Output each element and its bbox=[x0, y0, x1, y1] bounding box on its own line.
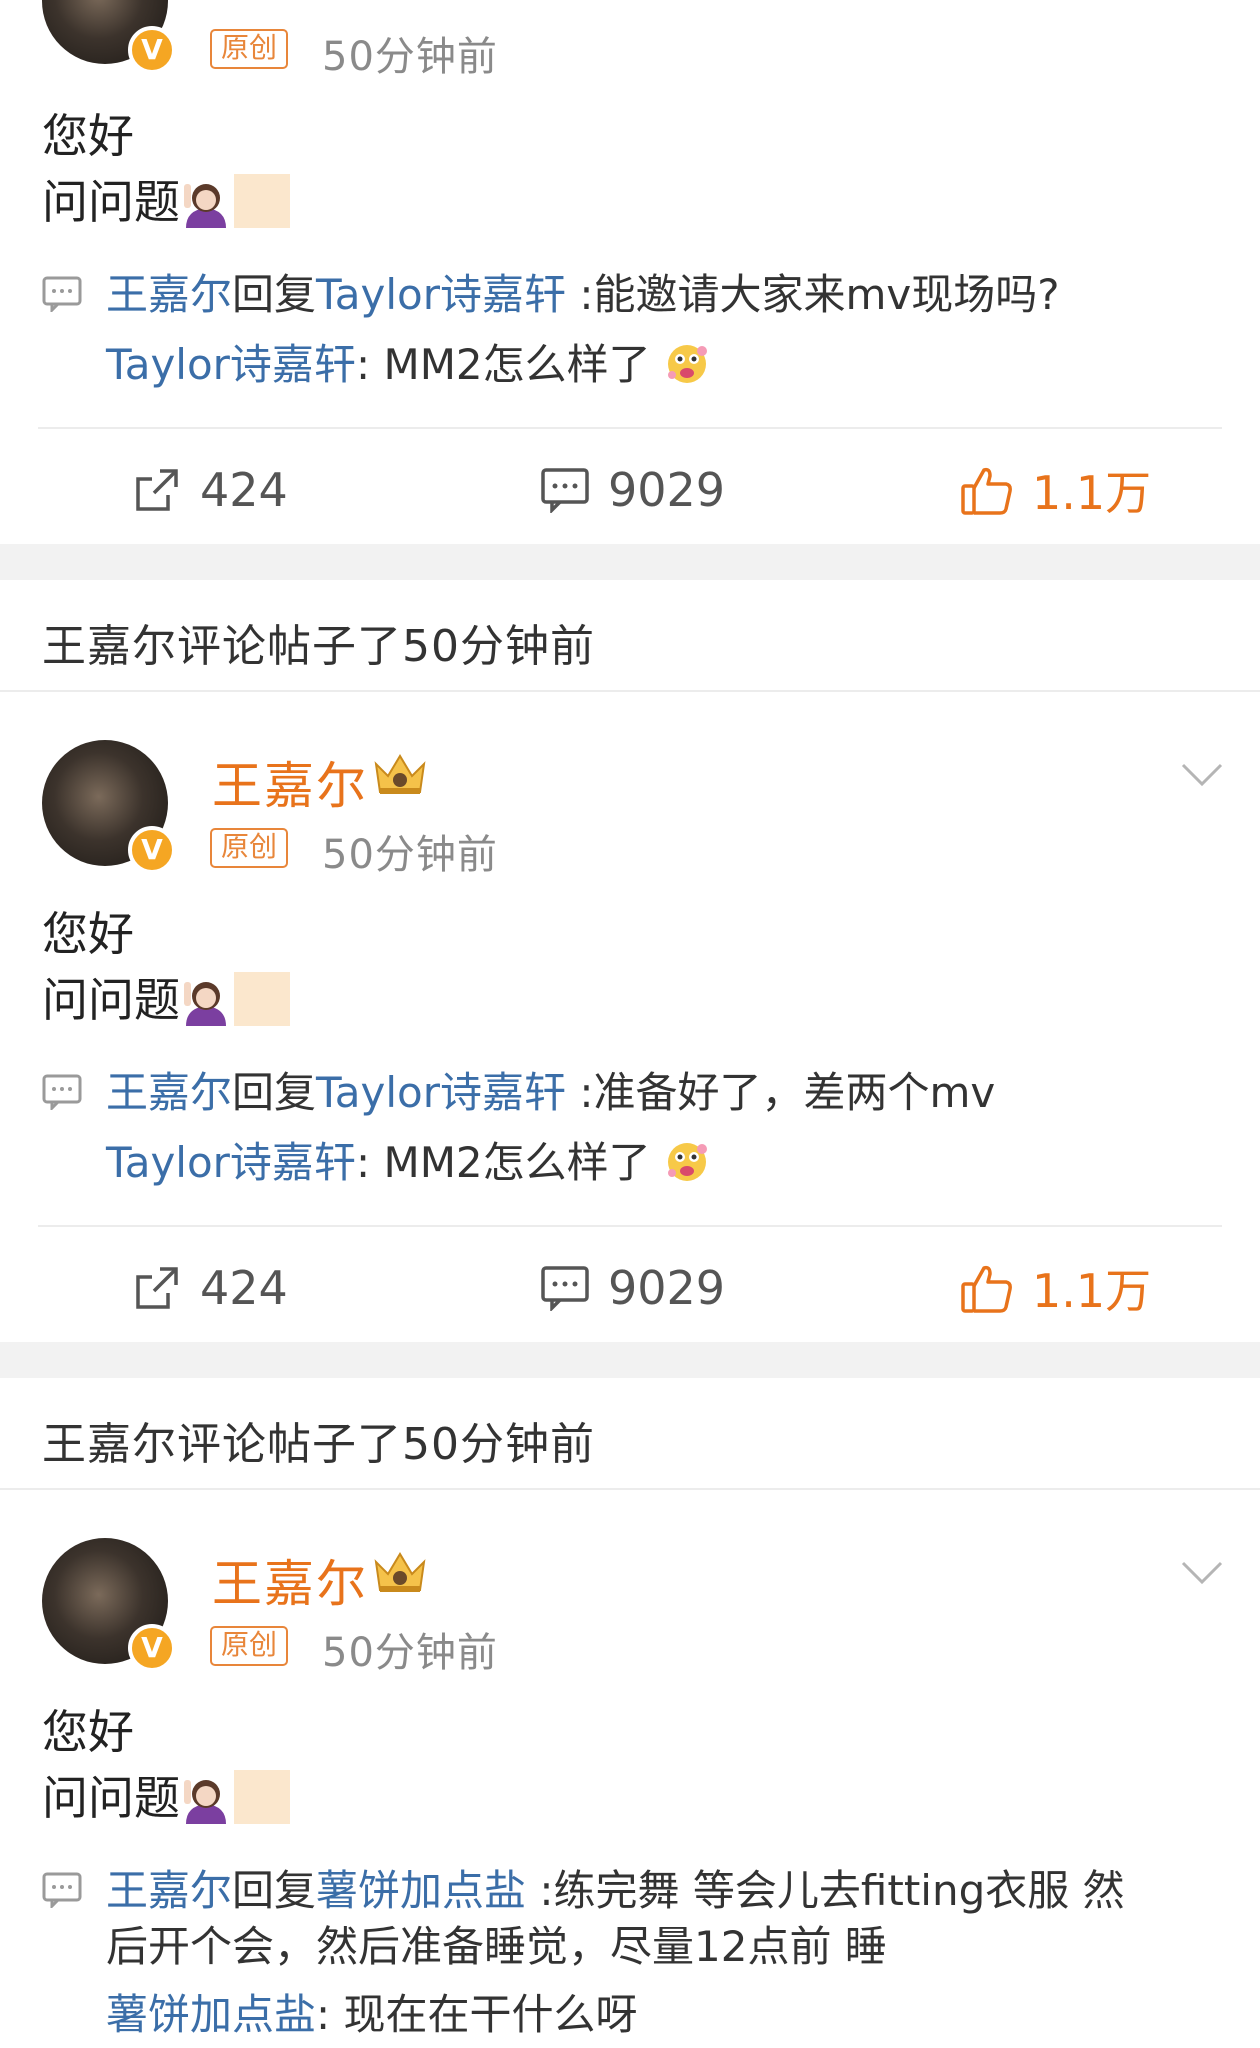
like-button[interactable]: 1.1万 bbox=[960, 1258, 1151, 1318]
divider bbox=[0, 690, 1260, 692]
post-time: 50分钟前 bbox=[322, 34, 498, 80]
quote-user-link[interactable]: 薯饼加点盐 bbox=[106, 1990, 316, 2039]
emoji-face-icon bbox=[668, 1143, 708, 1181]
post-text-line: 问问题 bbox=[42, 970, 290, 1030]
emoji-person-icon bbox=[184, 1780, 226, 1824]
reply-from-link[interactable]: 王嘉尔 bbox=[106, 1068, 232, 1117]
reply-comment-icon bbox=[42, 1872, 82, 1908]
reply-line: 王嘉尔回复薯饼加点盐 :练完舞 等会儿去fitting衣服 然 bbox=[106, 1866, 1125, 1915]
emoji-face-icon bbox=[668, 345, 708, 383]
original-badge: 原创 bbox=[210, 1626, 289, 1666]
original-badge: 原创 bbox=[210, 29, 289, 69]
like-icon bbox=[961, 467, 1012, 515]
like-icon bbox=[961, 1265, 1012, 1313]
original-badge: 原创 bbox=[210, 828, 289, 868]
post-time: 50分钟前 bbox=[322, 832, 498, 878]
reply-from-link[interactable]: 王嘉尔 bbox=[106, 270, 232, 319]
divider bbox=[38, 1225, 1222, 1227]
reply-from-link[interactable]: 王嘉尔 bbox=[106, 1866, 232, 1915]
chevron-down-icon[interactable] bbox=[1180, 1560, 1224, 1586]
quote-user-link[interactable]: Taylor诗嘉轩 bbox=[106, 1138, 356, 1187]
post-time: 50分钟前 bbox=[322, 1630, 498, 1676]
verified-badge-icon: V bbox=[128, 1624, 176, 1672]
comment-icon bbox=[541, 1266, 589, 1311]
quote-line: Taylor诗嘉轩: MM2怎么样了 bbox=[106, 336, 710, 394]
post-text-line: 问问题 bbox=[42, 1768, 290, 1828]
emoji-person-icon bbox=[184, 184, 226, 228]
emoji-box-icon bbox=[234, 1770, 290, 1824]
crown-icon bbox=[374, 754, 426, 794]
repost-icon bbox=[136, 469, 178, 511]
reply-line: 王嘉尔回复Taylor诗嘉轩 :能邀请大家来mv现场吗? bbox=[106, 270, 1060, 319]
quote-user-link[interactable]: Taylor诗嘉轩 bbox=[106, 340, 356, 389]
repost-button[interactable]: 424 bbox=[132, 460, 288, 520]
reply-to-link[interactable]: Taylor诗嘉轩 bbox=[316, 1068, 566, 1117]
comment-button[interactable]: 9029 bbox=[540, 460, 725, 520]
reply-line: 王嘉尔回复Taylor诗嘉轩 :准备好了，差两个mv bbox=[106, 1068, 996, 1117]
repost-icon bbox=[136, 1267, 178, 1309]
divider bbox=[0, 1488, 1260, 1490]
post-text-line: 您好 bbox=[42, 1705, 134, 1759]
verified-badge-icon: V bbox=[128, 826, 176, 874]
comment-icon bbox=[541, 468, 589, 513]
reply-to-link[interactable]: Taylor诗嘉轩 bbox=[316, 270, 566, 319]
repost-button[interactable]: 424 bbox=[132, 1258, 288, 1318]
reply-to-link[interactable]: 薯饼加点盐 bbox=[316, 1866, 526, 1915]
chevron-down-icon[interactable] bbox=[1180, 762, 1224, 788]
divider bbox=[38, 427, 1222, 429]
author-name[interactable]: 王嘉尔 bbox=[212, 746, 368, 818]
section-gap bbox=[0, 1342, 1260, 1378]
post-text-line: 您好 bbox=[42, 109, 134, 163]
activity-notice: 王嘉尔评论帖子了50分钟前 bbox=[42, 1419, 595, 1470]
emoji-box-icon bbox=[234, 174, 290, 228]
like-button[interactable]: 1.1万 bbox=[960, 460, 1151, 520]
quote-line: Taylor诗嘉轩: MM2怎么样了 bbox=[106, 1134, 710, 1192]
reply-line-continued: 后开个会，然后准备睡觉，尽量12点前 睡 bbox=[106, 1922, 887, 1971]
reply-comment-icon bbox=[42, 276, 82, 312]
emoji-box-icon bbox=[234, 972, 290, 1026]
section-gap bbox=[0, 544, 1260, 580]
reply-comment-icon bbox=[42, 1074, 82, 1110]
post-text-line: 问问题 bbox=[42, 172, 290, 232]
activity-notice: 王嘉尔评论帖子了50分钟前 bbox=[42, 621, 595, 672]
author-name[interactable]: 王嘉尔 bbox=[212, 1544, 368, 1616]
comment-button[interactable]: 9029 bbox=[540, 1258, 725, 1318]
post-text-line: 您好 bbox=[42, 907, 134, 961]
verified-badge-icon: V bbox=[128, 26, 176, 74]
emoji-person-icon bbox=[184, 982, 226, 1026]
quote-line: 薯饼加点盐: 现在在干什么呀 bbox=[106, 1990, 638, 2039]
crown-icon bbox=[374, 1552, 426, 1592]
